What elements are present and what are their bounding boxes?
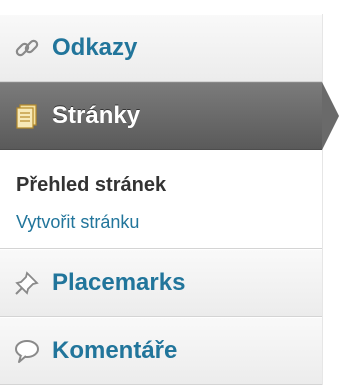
pages-icon (12, 101, 42, 131)
admin-sidebar-menu: Odkazy Stránky Přehled stránek Vytvořit … (0, 14, 339, 385)
pin-icon (12, 268, 42, 298)
menu-item-odkazy[interactable]: Odkazy (0, 14, 322, 82)
menu-label: Placemarks (52, 269, 186, 296)
comment-icon (12, 336, 42, 366)
menu-item-stranky[interactable]: Stránky (0, 82, 339, 150)
submenu-item-create-page[interactable]: Vytvořit stránku (16, 208, 322, 236)
submenu-item-current[interactable]: Přehled stránek (16, 170, 322, 200)
link-icon (12, 33, 42, 63)
menu-item-komentare[interactable]: Komentáře (0, 317, 322, 385)
menu-label: Odkazy (52, 34, 138, 61)
menu-label: Komentáře (52, 337, 178, 364)
menu-item-placemarks[interactable]: Placemarks (0, 249, 322, 317)
menu-label: Stránky (52, 102, 141, 129)
submenu-stranky: Přehled stránek Vytvořit stránku (0, 150, 322, 249)
